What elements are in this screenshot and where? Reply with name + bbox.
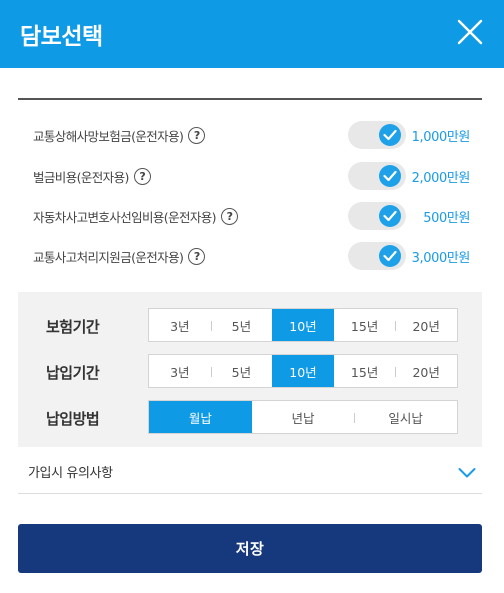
coverage-row: 벌금비용(운전자용)? 2,000만원: [18, 162, 482, 190]
coverage-label: 자동차사고변호사선임비용(운전자용): [33, 210, 217, 225]
payment-method-selector: 월납 년납 일시납: [148, 400, 458, 434]
option-insurance-period-0[interactable]: 3년: [149, 309, 211, 341]
insurance-period-label: 보험기간: [46, 318, 100, 336]
option-payment-period-0[interactable]: 3년: [149, 355, 211, 387]
section-divider: [18, 98, 482, 100]
close-icon[interactable]: [456, 18, 484, 46]
option-insurance-period-3[interactable]: 15년: [334, 309, 396, 341]
payment-method-label: 납입방법: [46, 410, 100, 428]
payment-period-selector: 3년 5년 10년 15년 20년: [148, 354, 458, 388]
coverage-amount[interactable]: 1,000만원: [412, 126, 471, 145]
coverage-toggle[interactable]: [348, 242, 406, 270]
check-icon: [379, 205, 401, 227]
help-icon[interactable]: ?: [188, 248, 206, 265]
check-icon: [379, 245, 401, 267]
coverage-amount[interactable]: 2,000만원: [412, 167, 471, 186]
insurance-period-selector: 3년 5년 10년 15년 20년: [148, 308, 458, 342]
option-insurance-period-1[interactable]: 5년: [210, 309, 273, 341]
chevron-down-icon[interactable]: [458, 464, 476, 478]
help-icon[interactable]: ?: [188, 127, 206, 144]
option-payment-period-3[interactable]: 15년: [334, 355, 396, 387]
coverage-row: 교통사고처리지원금(운전자용)? 3,000만원: [18, 242, 482, 270]
help-icon[interactable]: ?: [220, 208, 238, 225]
coverage-row: 교통상해사망보험금(운전자용)? 1,000만원: [18, 121, 482, 149]
coverage-toggle[interactable]: [348, 202, 406, 230]
option-payment-method-1[interactable]: 년납: [252, 401, 355, 433]
option-insurance-period-2[interactable]: 10년: [272, 309, 334, 341]
coverage-row: 자동차사고변호사선임비용(운전자용)? 500만원: [18, 202, 482, 230]
option-payment-period-2[interactable]: 10년: [272, 355, 334, 387]
option-insurance-period-4[interactable]: 20년: [395, 309, 457, 341]
notice-accordion[interactable]: 가입시 유의사항: [18, 447, 482, 494]
coverage-amount[interactable]: 3,000만원: [412, 247, 471, 266]
coverage-toggle[interactable]: [348, 121, 406, 149]
payment-period-label: 납입기간: [46, 364, 100, 382]
header-bar: 담보선택: [0, 0, 504, 68]
option-payment-period-4[interactable]: 20년: [395, 355, 457, 387]
check-icon: [379, 165, 401, 187]
coverage-label: 벌금비용(운전자용): [33, 170, 129, 185]
coverage-label: 교통사고처리지원금(운전자용): [33, 250, 184, 265]
check-icon: [379, 124, 401, 146]
options-panel: 보험기간 3년 5년 10년 15년 20년 납입기간 3년 5년 10년 15년 20년 납입…: [18, 292, 482, 447]
option-payment-method-0[interactable]: 월납: [149, 401, 252, 433]
help-icon[interactable]: ?: [133, 168, 151, 185]
coverage-label: 교통상해사망보험금(운전자용): [33, 129, 184, 144]
coverage-amount[interactable]: 500만원: [423, 207, 470, 226]
option-payment-period-1[interactable]: 5년: [210, 355, 273, 387]
coverage-toggle[interactable]: [348, 162, 406, 190]
page-title: 담보선택: [20, 24, 103, 50]
option-payment-method-2[interactable]: 일시납: [354, 401, 457, 433]
save-button[interactable]: 저장: [18, 524, 482, 573]
notice-label: 가입시 유의사항: [28, 466, 113, 481]
